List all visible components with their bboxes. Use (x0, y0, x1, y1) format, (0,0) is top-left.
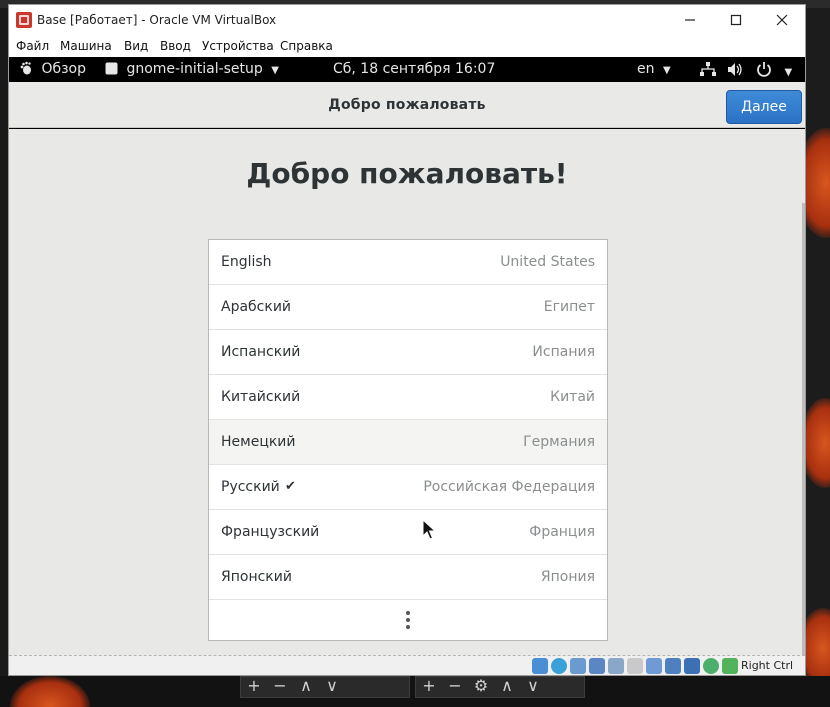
next-button[interactable]: Далее (726, 90, 802, 124)
host-key-label: Right Ctrl (741, 659, 794, 672)
language-row-japanese[interactable]: Японский Япония (209, 555, 607, 600)
language-row-french[interactable]: Французский Франция (209, 510, 607, 555)
background-desktop-left (0, 8, 8, 676)
status-bar: Right Ctrl (9, 655, 805, 675)
optical-drive-icon[interactable] (551, 658, 567, 674)
language-list: English United States Арабский Египет Ис… (208, 239, 608, 641)
activities-label: Обзор (41, 61, 87, 77)
more-languages-button[interactable] (209, 600, 607, 640)
checkmark-icon: ✔ (285, 479, 296, 494)
keyboard-capture-icon[interactable] (722, 658, 738, 674)
language-row-german[interactable]: Немецкий Германия (209, 420, 607, 465)
gnome-foot-icon (20, 61, 31, 75)
language-row-spanish[interactable]: Испанский Испания (209, 330, 607, 375)
language-row-english[interactable]: English United States (209, 240, 607, 285)
status-icons (532, 658, 738, 674)
virtualbox-app-icon (16, 12, 32, 28)
window-title: Base [Работает] - Oracle VM VirtualBox (37, 13, 277, 27)
language-name: Немецкий (221, 434, 296, 450)
close-button[interactable] (759, 5, 805, 35)
chevron-down-icon: ▼ (271, 65, 279, 76)
app-menu-button[interactable]: gnome-initial-setup ▼ (105, 61, 279, 77)
maximize-icon (730, 14, 742, 26)
language-region: Испания (532, 344, 595, 360)
menu-input[interactable]: Ввод (160, 39, 191, 53)
setup-header: Добро пожаловать Далее (9, 82, 805, 128)
network-adapter-icon[interactable] (589, 658, 605, 674)
virtualbox-window: Base [Работает] - Oracle VM VirtualBox Ф… (8, 4, 806, 676)
app-menu-label: gnome-initial-setup (126, 61, 263, 77)
language-name: Русский (221, 479, 280, 495)
clock-button[interactable]: Сб, 18 сентября 16:07 (333, 61, 495, 77)
language-region: United States (500, 254, 595, 270)
mouse-integration-icon[interactable] (703, 658, 719, 674)
activities-button[interactable]: Обзор (19, 61, 86, 77)
recording-icon[interactable] (665, 658, 681, 674)
language-region: Российская Федерация (423, 479, 595, 495)
menu-machine[interactable]: Машина (60, 39, 112, 53)
mouse-pointer-icon (422, 519, 436, 540)
background-desktop-right (806, 8, 830, 707)
language-name: Китайский (221, 389, 301, 405)
scrollbar[interactable] (802, 203, 805, 655)
language-region: Япония (540, 569, 595, 585)
welcome-heading: Добро пожаловать! (246, 157, 568, 190)
audio-icon[interactable] (570, 658, 586, 674)
window-icon (105, 62, 118, 75)
shared-folders-icon[interactable] (627, 658, 643, 674)
close-icon (776, 14, 788, 26)
language-region: Египет (543, 299, 595, 315)
language-region: Германия (523, 434, 595, 450)
language-name: Японский (221, 569, 292, 585)
setup-body: Добро пожаловать! English United States … (9, 129, 805, 655)
background-desktop-bottom: + − ∧ ∨ + − ⚙ ∧ ∨ (0, 676, 830, 707)
language-row-russian[interactable]: Русский ✔ Российская Федерация (209, 465, 607, 510)
vt-x-icon[interactable] (684, 658, 700, 674)
input-source-button[interactable]: en ▼ (637, 61, 671, 77)
language-name: Французский (221, 524, 320, 540)
language-region: Китай (550, 389, 595, 405)
input-source-label: en (637, 61, 655, 77)
clock-label: Сб, 18 сентября 16:07 (333, 61, 496, 77)
setup-header-title: Добро пожаловать (328, 97, 486, 113)
maximize-button[interactable] (713, 5, 759, 35)
chevron-down-icon: ▼ (784, 67, 793, 78)
language-name: Испанский (221, 344, 301, 360)
menu-view[interactable]: Вид (124, 39, 148, 53)
menu-file[interactable]: Файл (16, 39, 49, 53)
language-row-arabic[interactable]: Арабский Египет (209, 285, 607, 330)
language-region: Франция (529, 524, 595, 540)
volume-icon[interactable] (726, 61, 744, 78)
menu-bar: Файл Машина Вид Ввод Устройства Справка (9, 35, 805, 57)
display-icon[interactable] (646, 658, 662, 674)
minimize-icon (685, 19, 695, 21)
more-vertical-icon (405, 611, 411, 629)
system-menu-button[interactable]: ▼ (756, 61, 792, 79)
chevron-down-icon: ▼ (662, 65, 671, 76)
power-icon (757, 62, 771, 77)
guest-display[interactable]: Обзор gnome-initial-setup ▼ Сб, 18 сентя… (9, 57, 805, 655)
gnome-top-bar: Обзор gnome-initial-setup ▼ Сб, 18 сентя… (9, 57, 805, 82)
hard-disk-icon[interactable] (532, 658, 548, 674)
network-icon[interactable] (699, 61, 717, 78)
usb-icon[interactable] (608, 658, 624, 674)
menu-devices[interactable]: Устройства (202, 39, 274, 53)
minimize-button[interactable] (667, 5, 713, 35)
window-titlebar[interactable]: Base [Работает] - Oracle VM VirtualBox (9, 5, 805, 35)
language-name: Арабский (221, 299, 292, 315)
menu-help[interactable]: Справка (280, 39, 333, 53)
language-row-chinese[interactable]: Китайский Китай (209, 375, 607, 420)
language-name: English (221, 254, 272, 270)
